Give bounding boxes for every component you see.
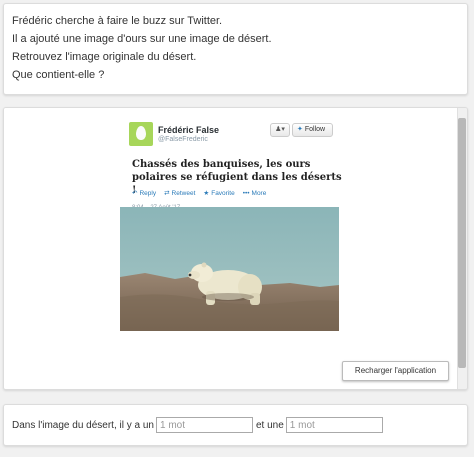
more-icon: ••• (242, 189, 250, 197)
retweet-label: Retweet (171, 189, 196, 197)
follow-label: Follow (304, 126, 326, 133)
app-panel: Frédéric False @FalseFrederic ♟▾ ✦ Follow… (3, 107, 468, 390)
person-icon: ♟▾ (275, 126, 285, 133)
scrollbar-thumb[interactable] (458, 118, 466, 368)
reload-app-button[interactable]: Recharger l'application (342, 361, 449, 381)
more-label: More (251, 189, 267, 197)
favorite-action[interactable]: ★ Favorite (203, 189, 235, 198)
twitter-bird-icon: ✦ (297, 126, 303, 133)
instruction-line: Que contient-elle ? (12, 69, 105, 81)
favorite-label: Favorite (211, 189, 235, 197)
tweet-photo[interactable] (120, 207, 339, 331)
tweet-header: Frédéric False @FalseFrederic ♟▾ ✦ Follow (120, 118, 344, 148)
egg-avatar-icon (136, 126, 146, 140)
answer-input-1[interactable] (155, 417, 253, 433)
scrollbar[interactable] (457, 108, 467, 389)
instruction-line: Il a ajouté une image d'ours sur une ima… (12, 33, 272, 45)
user-menu-button[interactable]: ♟▾ (270, 123, 290, 137)
author-handle[interactable]: @FalseFrederic (158, 136, 208, 143)
more-action[interactable]: ••• More (243, 189, 267, 197)
reply-action[interactable]: ↶ Reply (132, 189, 157, 198)
avatar[interactable] (129, 122, 153, 146)
instruction-line: Retrouvez l'image originale du désert. (12, 51, 197, 63)
tweet-actions: ↶ Reply ⇄ Retweet ★ Favorite ••• More (132, 189, 267, 198)
app-frame: Frédéric False @FalseFrederic ♟▾ ✦ Follow… (4, 108, 459, 389)
reply-label: Reply (139, 189, 157, 197)
retweet-action[interactable]: ⇄ Retweet (164, 189, 196, 198)
instruction-line: Frédéric cherche à faire le buzz sur Twi… (12, 15, 223, 27)
answer-middle: et une (255, 419, 284, 431)
follow-button[interactable]: ✦ Follow (292, 123, 333, 137)
answer-input-2[interactable] (285, 417, 383, 433)
star-icon: ★ (203, 190, 210, 197)
retweet-icon: ⇄ (164, 190, 170, 197)
answer-prefix: Dans l'image du désert, il y a un (12, 419, 154, 431)
instructions-panel: Frédéric cherche à faire le buzz sur Twi… (3, 3, 468, 95)
author-name[interactable]: Frédéric False (158, 125, 219, 135)
reply-icon: ↶ (132, 190, 138, 197)
answer-panel: Dans l'image du désert, il y a un et une (3, 404, 468, 446)
tweet-card: Frédéric False @FalseFrederic ♟▾ ✦ Follow… (120, 118, 344, 215)
